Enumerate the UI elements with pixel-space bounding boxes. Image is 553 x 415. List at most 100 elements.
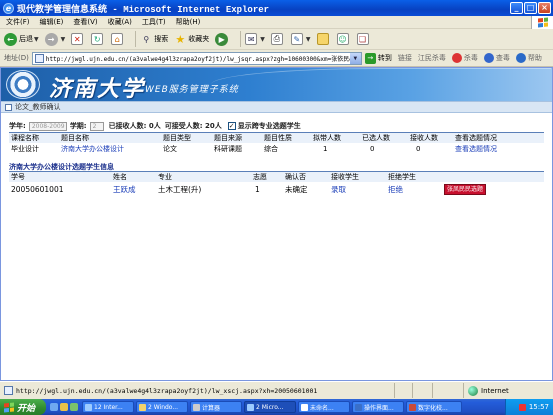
status-url: http://jwgl.ujn.edu.cn/(a3valwe4g4l3zrap…: [16, 386, 318, 395]
messenger-button[interactable]: ☺: [336, 33, 351, 45]
research-button[interactable]: ❏: [356, 33, 371, 45]
university-emblem-icon: [6, 70, 40, 99]
cross-major-label: 显示跨专业选题学生: [237, 122, 301, 130]
media-quicklaunch-icon[interactable]: [70, 403, 78, 411]
jiangmin-antivirus-button[interactable]: 江民杀毒: [418, 53, 446, 63]
research-icon: ❏: [356, 33, 369, 45]
stop-button[interactable]: ✕: [71, 33, 85, 45]
folder-task-icon: [139, 403, 146, 411]
close-button[interactable]: ×: [538, 2, 551, 14]
stop-icon: ✕: [71, 33, 84, 45]
star-icon: ★: [175, 32, 186, 46]
quick-launch: [50, 403, 78, 411]
maximize-button[interactable]: □: [524, 2, 537, 14]
col-course: 课程名称: [11, 134, 39, 142]
antivirus-tray-icon[interactable]: [518, 403, 526, 411]
system-tray: 15:57: [505, 399, 553, 415]
home-button[interactable]: ⌂: [111, 33, 125, 45]
cross-major-checkbox[interactable]: ✓: [227, 122, 236, 130]
selected-cell: 0: [370, 144, 375, 153]
menu-help[interactable]: 帮助(H): [176, 17, 201, 27]
help-label: 帮助: [527, 54, 542, 62]
address-url: http://jwgl.ujn.edu.cn/(a3valwe4g4l3zrap…: [45, 55, 362, 63]
edit-button[interactable]: ✎ ▼: [290, 33, 311, 45]
task-untitled[interactable]: 未命名...: [298, 401, 350, 413]
refresh-button[interactable]: ↻: [91, 33, 105, 45]
menu-view[interactable]: 查看(V): [73, 17, 97, 27]
mail-icon: ✉: [245, 33, 258, 45]
start-button[interactable]: 开始: [0, 399, 46, 415]
task-internet-explorer[interactable]: 12 Inter...: [82, 401, 134, 413]
term-value: 2: [92, 122, 97, 130]
paint-task-icon: [301, 403, 308, 411]
search-button[interactable]: ⚲ 搜索: [140, 33, 168, 45]
col-accept: 接收学生: [331, 173, 359, 181]
col-accepted: 接收人数: [410, 134, 438, 142]
action-cell: 张凤民民选题: [442, 182, 544, 196]
address-dropdown-icon[interactable]: ▼: [349, 52, 361, 64]
students-section-title: 济南大学办公楼设计选题学生信息: [9, 162, 544, 172]
kill-virus-button[interactable]: 杀毒: [451, 53, 478, 63]
links-label[interactable]: 链接: [398, 53, 412, 63]
favorites-button[interactable]: ★ 收藏夹: [174, 32, 209, 46]
go-button[interactable]: → 转到: [364, 52, 392, 64]
scan-virus-button[interactable]: 查毒: [483, 53, 510, 63]
students-table: 学号 姓名 专业 志愿 确认否 接收学生 拒绝学生 20050601001 王跃…: [9, 172, 544, 196]
scan-virus-icon: [483, 53, 494, 63]
address-input[interactable]: http://jwgl.ujn.edu.cn/(a3valwe4g4l3zrap…: [31, 51, 362, 65]
task-microsoft[interactable]: 2 Micro...: [244, 401, 296, 413]
preference-cell: 1: [255, 184, 260, 194]
student-name-link[interactable]: 王跃成: [111, 182, 156, 196]
table-header-row: 课程名称 题目名称 题目类型 题目来源 题目性质 拟带人数 已选人数 接收人数 …: [9, 132, 544, 143]
reject-student-link[interactable]: 拒绝: [386, 182, 442, 196]
folder-icon: [316, 33, 329, 45]
col-topic: 题目名称: [61, 134, 89, 142]
type-cell: 论文: [163, 144, 177, 153]
col-nature: 题目性质: [264, 134, 292, 142]
topic-link[interactable]: 济南大学办公楼设计: [59, 143, 161, 154]
task-label: 数字化校...: [418, 404, 448, 412]
planned-cell: 1: [323, 144, 328, 153]
forward-button[interactable]: → ▼: [44, 32, 65, 46]
term-select[interactable]: 2: [89, 121, 104, 131]
accept-student-link[interactable]: 录取: [329, 182, 386, 196]
menu-edit[interactable]: 编辑(E): [40, 17, 64, 27]
year-select[interactable]: 2008-2009: [28, 121, 67, 131]
window-controls: _ □ ×: [510, 2, 551, 14]
ie-logo-icon: e: [3, 2, 14, 14]
view-selection-link[interactable]: 查看选题情况: [453, 143, 544, 154]
task-calculator[interactable]: 计算器: [190, 401, 242, 413]
ie-task-icon: [247, 403, 254, 411]
view-selection-button[interactable]: 张凤民民选题: [444, 183, 487, 195]
back-button[interactable]: ← 后退 ▼: [4, 32, 39, 46]
folder-button[interactable]: [316, 33, 331, 45]
media-button[interactable]: ▶: [215, 32, 230, 46]
task-ui[interactable]: 操作界面...: [352, 401, 404, 413]
help-button[interactable]: 帮助: [515, 53, 542, 63]
minimize-button[interactable]: _: [510, 2, 523, 14]
col-source: 题目来源: [214, 134, 242, 142]
nature-cell: 综合: [264, 144, 278, 153]
year-value: 2008-2009: [31, 122, 65, 130]
table-header-row: 学号 姓名 专业 志愿 确认否 接收学生 拒绝学生: [9, 172, 544, 182]
task-windows[interactable]: 2 Windo...: [136, 401, 188, 413]
col-student-id: 学号: [11, 173, 25, 181]
col-planned: 拟带人数: [313, 134, 341, 142]
menu-file[interactable]: 文件(F): [6, 17, 30, 27]
topics-table: 课程名称 题目名称 题目类型 题目来源 题目性质 拟带人数 已选人数 接收人数 …: [9, 132, 544, 154]
print-button[interactable]: ⎙: [270, 33, 285, 45]
table-row: 20050601001 王跃成 土木工程(升) 1 未确定 录取 拒绝 张凤民民…: [9, 182, 544, 196]
menu-tools[interactable]: 工具(T): [142, 17, 166, 27]
desktop-quicklaunch-icon[interactable]: [60, 403, 68, 411]
menu-favorites[interactable]: 收藏(A): [108, 17, 132, 27]
back-label: 后退: [19, 35, 33, 43]
breadcrumb-text: 论文_教师确认: [15, 103, 61, 111]
ie-quicklaunch-icon[interactable]: [50, 403, 58, 411]
word-task-icon: [355, 403, 362, 411]
go-arrow-icon: →: [364, 52, 376, 64]
task-digital-campus[interactable]: 数字化校...: [406, 401, 462, 413]
col-view: 查看选题情况: [455, 134, 497, 142]
col-preference: 志愿: [253, 173, 267, 181]
mail-button[interactable]: ✉ ▼: [245, 33, 265, 45]
kill-virus-icon: [451, 53, 462, 63]
